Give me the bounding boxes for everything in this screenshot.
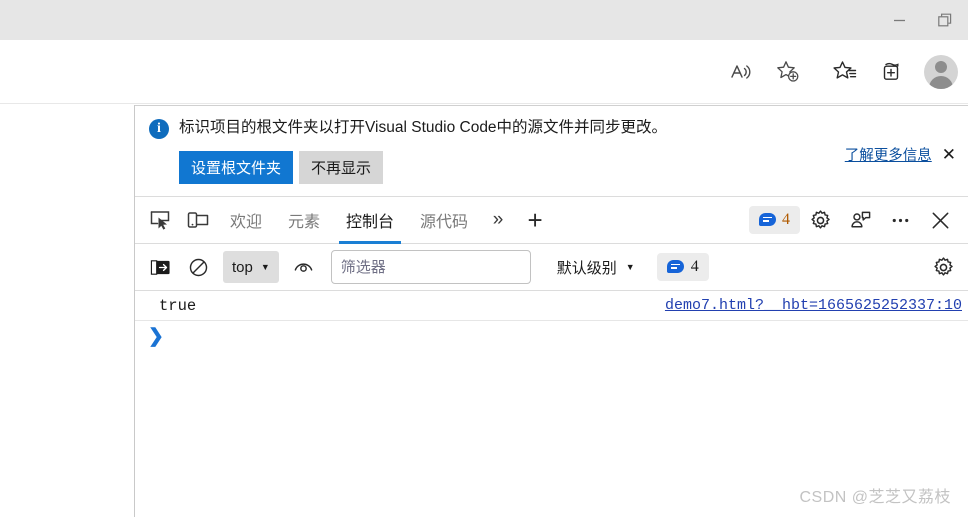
live-expression-eye-icon[interactable] [287, 250, 321, 284]
infobar-actions: 设置根文件夹 不再显示 [179, 151, 954, 185]
log-level-selector[interactable]: 默认级别 ▼ [549, 251, 643, 283]
tab-console-label: 控制台 [346, 214, 395, 232]
inspect-element-icon[interactable] [141, 201, 179, 239]
devtools-infobar: i 标识项目的根文件夹以打开Visual Studio Code中的源文件并同步… [135, 106, 968, 198]
page-viewport [0, 105, 135, 517]
tab-console[interactable]: 控制台 [333, 197, 407, 244]
console-message-row[interactable]: true demo7.html?__hbt=1665625252337:10 [135, 291, 968, 322]
dont-show-again-button[interactable]: 不再显示 [299, 151, 384, 185]
avatar [924, 54, 958, 89]
console-prompt-input[interactable] [171, 327, 968, 345]
console-message-value: true [159, 296, 197, 315]
tab-elements[interactable]: 元素 [275, 197, 333, 244]
close-icon[interactable]: ✕ [942, 146, 956, 163]
chevron-down-icon: ▼ [260, 262, 270, 273]
devtools-tabstrip: 欢迎 元素 控制台 源代码 » + 4 [135, 197, 968, 245]
issues-badge[interactable]: 4 [749, 206, 800, 235]
tab-elements-label: 元素 [288, 214, 321, 232]
read-aloud-icon[interactable] [718, 50, 764, 94]
console-toolbar: top ▼ 默认级别 ▼ 4 [135, 244, 968, 292]
tab-welcome-label: 欢迎 [230, 214, 263, 232]
more-tabs-icon[interactable]: » [481, 201, 515, 239]
issues-speech-bubble-icon [666, 259, 684, 275]
add-favorite-icon[interactable] [764, 50, 810, 94]
chevron-down-icon: ▼ [625, 262, 635, 273]
issues-speech-bubble-icon [759, 212, 776, 228]
favorites-icon[interactable] [822, 50, 868, 94]
set-root-folder-button[interactable]: 设置根文件夹 [179, 151, 294, 185]
more-options-icon[interactable] [880, 200, 920, 240]
execution-context-label: top [232, 258, 253, 276]
infobar-right-group: 了解更多信息 ✕ [845, 144, 956, 165]
learn-more-link[interactable]: 了解更多信息 [845, 144, 932, 165]
console-issues-count: 4 [690, 258, 699, 276]
window-minimize-button[interactable] [876, 0, 922, 40]
device-emulation-icon[interactable] [179, 201, 217, 239]
issues-count: 4 [782, 211, 790, 229]
console-issues-badge[interactable]: 4 [656, 253, 709, 282]
filter-input[interactable] [330, 250, 531, 285]
add-tab-icon[interactable]: + [515, 201, 555, 239]
browser-titlebar [0, 0, 968, 40]
close-devtools-icon[interactable] [920, 200, 960, 240]
watermark-text: CSDN @芝芝又荔枝 [799, 489, 951, 506]
prompt-chevron-icon: ❯ [148, 325, 164, 347]
profile-avatar[interactable] [914, 44, 968, 100]
console-output-area[interactable]: true demo7.html?__hbt=1665625252337:10 ❯… [135, 291, 968, 517]
feedback-icon[interactable] [840, 200, 880, 240]
tab-sources-label: 源代码 [420, 214, 469, 232]
tab-sources[interactable]: 源代码 [407, 197, 481, 244]
devtools-panel: i 标识项目的根文件夹以打开Visual Studio Code中的源文件并同步… [135, 105, 968, 517]
tab-welcome[interactable]: 欢迎 [217, 197, 275, 244]
clear-console-icon[interactable] [181, 250, 215, 284]
console-source-link[interactable]: demo7.html?__hbt=1665625252337:10 [665, 297, 962, 314]
settings-gear-icon[interactable] [800, 200, 840, 240]
infobar-message: 标识项目的根文件夹以打开Visual Studio Code中的源文件并同步更改… [179, 119, 668, 136]
window-restore-button[interactable] [922, 0, 968, 40]
console-settings-gear-icon[interactable] [926, 250, 960, 284]
collections-icon[interactable] [868, 50, 914, 94]
console-prompt-row[interactable]: ❯ [135, 321, 968, 351]
browser-toolbar [0, 40, 968, 104]
address-bar-actions-group [714, 49, 814, 94]
execution-context-selector[interactable]: top ▼ [223, 251, 279, 284]
console-sidebar-icon[interactable] [143, 250, 177, 284]
log-level-label: 默认级别 [556, 259, 617, 277]
browser-window: i 标识项目的根文件夹以打开Visual Studio Code中的源文件并同步… [0, 0, 968, 517]
info-icon: i [149, 119, 169, 139]
